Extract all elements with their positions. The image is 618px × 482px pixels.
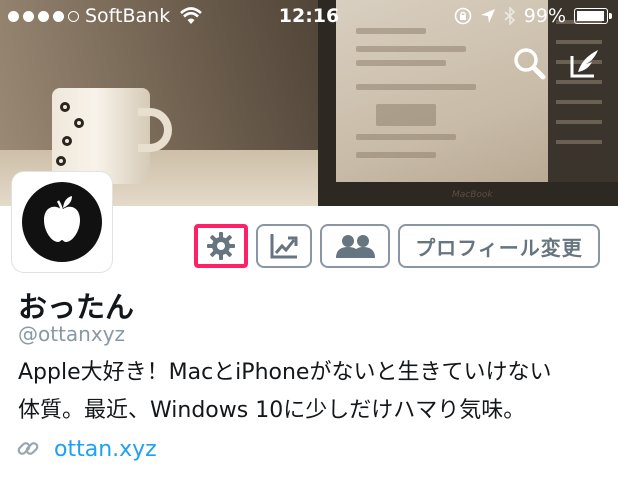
lists-members-button[interactable]: [320, 224, 390, 268]
edit-profile-button[interactable]: プロフィール変更: [398, 224, 600, 268]
status-bar: SoftBank 12:16 99%: [0, 0, 618, 34]
laptop-brand: MacBook: [452, 190, 493, 200]
avatar[interactable]: [12, 172, 112, 272]
profile-url-link[interactable]: ottan.xyz: [54, 437, 157, 462]
orientation-lock-icon: [454, 7, 472, 25]
location-icon: [480, 9, 495, 23]
chart-up-icon: [270, 234, 298, 259]
bio-line: 体質。最近、Windows 10に少しだけハマり気味。: [18, 398, 526, 423]
avatar-image: [22, 182, 102, 262]
bluetooth-icon: [504, 7, 515, 25]
compose-icon[interactable]: [568, 46, 602, 80]
profile-bio: Apple大好き！MacとiPhoneがないと生きていけない 体質。最近、Win…: [18, 354, 608, 430]
mug-image: [52, 88, 150, 184]
analytics-button[interactable]: [256, 224, 312, 268]
profile-handle: @ottanxyz: [18, 322, 126, 346]
settings-button[interactable]: [194, 224, 248, 268]
people-icon: [336, 235, 375, 258]
gear-icon: [207, 232, 235, 260]
status-right: 99%: [454, 5, 612, 27]
bio-line: Apple大好き！MacとiPhoneがないと生きていけない: [18, 360, 552, 385]
battery-icon: [574, 8, 612, 24]
profile-name: おったん: [18, 290, 135, 324]
edit-profile-label: プロフィール変更: [415, 235, 583, 260]
apple-logo-icon: [44, 196, 80, 242]
link-icon: [17, 442, 39, 455]
battery-percent: 99%: [523, 5, 566, 27]
search-icon[interactable]: [512, 46, 546, 80]
